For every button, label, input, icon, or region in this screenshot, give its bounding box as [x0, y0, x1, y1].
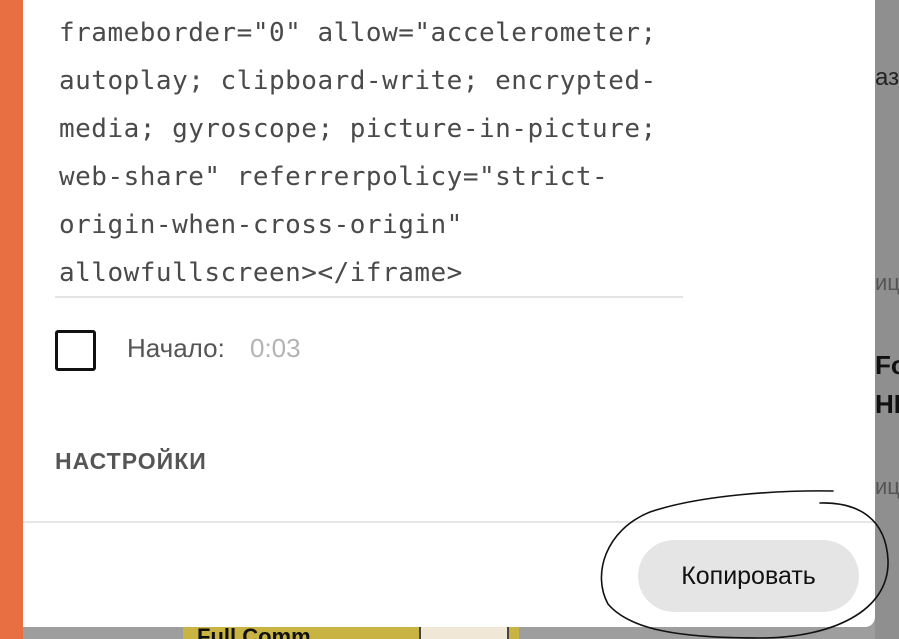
footer-divider: [23, 521, 875, 523]
background-video-thumbnail[interactable]: Full Comm: [183, 626, 519, 639]
start-time-checkbox[interactable]: [55, 330, 96, 371]
embed-video-dialog: frameborder="0" allow="accelerometer; au…: [23, 0, 875, 627]
embed-code-line: frameborder="0" allow="accelerometer;: [59, 18, 657, 48]
embed-code-line: allowfullscreen></iframe>: [59, 258, 463, 288]
start-time-label: Начало:: [127, 333, 225, 363]
background-content-strip: аза ица Fo HI ице: [875, 0, 899, 639]
background-page-edge: [0, 0, 23, 639]
background-text-fragment: аза: [875, 64, 899, 91]
embed-code-line: autoplay; clipboard-write; encrypted-: [59, 66, 657, 96]
thumbnail-title: Full Comm: [197, 626, 311, 639]
background-text-fragment: Fo: [875, 350, 899, 380]
background-text-fragment: HI: [875, 389, 899, 419]
embed-code-textarea[interactable]: frameborder="0" allow="accelerometer; au…: [59, 9, 699, 297]
background-text-fragment: ица: [875, 270, 899, 295]
thumbnail-person-image: [419, 626, 509, 639]
embed-code-line: origin-when-cross-origin": [59, 210, 463, 240]
textarea-underline: [55, 296, 683, 298]
embed-code-line: media; gyroscope; picture-in-picture;: [59, 114, 657, 144]
copy-button[interactable]: Копировать: [638, 540, 859, 612]
embed-code-line: web-share" referrerpolicy="strict-: [59, 162, 609, 192]
start-time-value[interactable]: 0:03: [250, 333, 301, 364]
settings-section-heading[interactable]: НАСТРОЙКИ: [55, 448, 207, 475]
background-text-fragment: ице: [875, 474, 899, 499]
